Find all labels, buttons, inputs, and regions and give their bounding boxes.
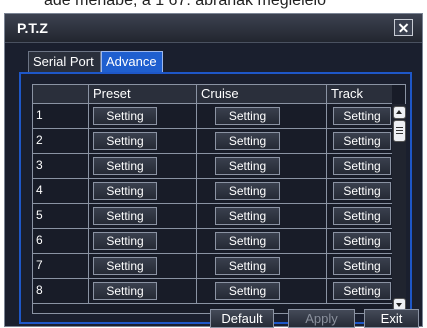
preset-cell: Setting — [89, 129, 197, 154]
apply-button[interactable]: Apply — [288, 309, 355, 328]
scroll-thumb[interactable] — [393, 120, 406, 142]
apply-button-label: Apply — [305, 311, 338, 326]
tab-advance-label: Advance — [106, 54, 157, 69]
track-setting-button[interactable]: Setting — [333, 282, 391, 300]
preset-setting-button[interactable]: Setting — [93, 157, 157, 175]
preset-cell: Setting — [89, 154, 197, 179]
tab-serial-port[interactable]: Serial Port — [28, 51, 101, 73]
cruise-cell: Setting — [197, 104, 327, 129]
header-track: Track — [327, 85, 392, 104]
header-cruise-label: Cruise — [201, 86, 239, 101]
cruise-cell: Setting — [197, 229, 327, 254]
track-setting-button[interactable]: Setting — [333, 132, 391, 150]
cruise-cell: Setting — [197, 154, 327, 179]
track-cell: Setting — [327, 254, 392, 279]
track-cell: Setting — [327, 104, 392, 129]
cruise-setting-button[interactable]: Setting — [215, 132, 280, 150]
preset-setting-button[interactable]: Setting — [93, 257, 157, 275]
preset-cell: Setting — [89, 204, 197, 229]
advance-panel: Preset Cruise Track 1 Setting Setting Setti… — [19, 72, 412, 324]
cruise-cell: Setting — [197, 129, 327, 154]
tab-serial-port-label: Serial Port — [33, 54, 94, 69]
track-setting-button[interactable]: Setting — [333, 232, 391, 250]
preset-setting-button[interactable]: Setting — [93, 207, 157, 225]
ptz-dialog: P.T.Z Serial Port Advance Preset Cruise … — [4, 13, 423, 328]
ptz-settings-table: Preset Cruise Track 1 Setting Setting Setti… — [32, 84, 406, 314]
header-preset-label: Preset — [93, 86, 131, 101]
preset-setting-button[interactable]: Setting — [93, 107, 157, 125]
exit-button[interactable]: Exit — [364, 309, 419, 328]
track-cell: Setting — [327, 179, 392, 204]
preset-cell: Setting — [89, 279, 197, 304]
track-cell: Setting — [327, 229, 392, 254]
cruise-setting-button[interactable]: Setting — [215, 232, 280, 250]
header-preset: Preset — [89, 85, 197, 104]
header-track-label: Track — [331, 86, 364, 101]
track-cell: Setting — [327, 154, 392, 179]
preset-setting-button[interactable]: Setting — [93, 282, 157, 300]
cruise-cell: Setting — [197, 179, 327, 204]
row-number: 4 — [33, 179, 89, 204]
close-button[interactable] — [394, 19, 413, 36]
exit-button-label: Exit — [380, 311, 403, 326]
track-setting-button[interactable]: Setting — [333, 207, 391, 225]
cruise-setting-button[interactable]: Setting — [215, 182, 280, 200]
cruise-cell: Setting — [197, 204, 327, 229]
cruise-setting-button[interactable]: Setting — [215, 107, 280, 125]
row-number: 5 — [33, 204, 89, 229]
track-setting-button[interactable]: Setting — [333, 107, 391, 125]
preset-setting-button[interactable]: Setting — [93, 132, 157, 150]
track-cell: Setting — [327, 279, 392, 304]
track-setting-button[interactable]: Setting — [333, 182, 391, 200]
header-cruise: Cruise — [197, 85, 327, 104]
row-number: 3 — [33, 154, 89, 179]
preset-setting-button[interactable]: Setting — [93, 232, 157, 250]
cruise-setting-button[interactable]: Setting — [215, 282, 280, 300]
preset-cell: Setting — [89, 179, 197, 204]
default-button-label: Default — [221, 311, 263, 326]
preset-cell: Setting — [89, 229, 197, 254]
preset-setting-button[interactable]: Setting — [93, 182, 157, 200]
header-num — [33, 85, 89, 104]
dialog-title: P.T.Z — [17, 20, 48, 36]
preset-cell: Setting — [89, 104, 197, 129]
track-cell: Setting — [327, 204, 392, 229]
caption-fragment: ade mehabe, a 1 67: abranak megielelo — [0, 0, 427, 14]
track-setting-button[interactable]: Setting — [333, 257, 391, 275]
cruise-setting-button[interactable]: Setting — [215, 207, 280, 225]
cruise-cell: Setting — [197, 279, 327, 304]
tab-advance[interactable]: Advance — [101, 51, 163, 73]
default-button[interactable]: Default — [210, 309, 274, 328]
scroll-up-icon[interactable] — [393, 106, 406, 119]
cruise-setting-button[interactable]: Setting — [215, 257, 280, 275]
row-number: 6 — [33, 229, 89, 254]
row-number: 2 — [33, 129, 89, 154]
table-scrollbar[interactable] — [392, 104, 406, 313]
row-number: 7 — [33, 254, 89, 279]
cruise-setting-button[interactable]: Setting — [215, 157, 280, 175]
track-cell: Setting — [327, 129, 392, 154]
caption-text: ade mehabe, a 1 67: abranak megielelo — [44, 0, 326, 9]
preset-cell: Setting — [89, 254, 197, 279]
cruise-cell: Setting — [197, 254, 327, 279]
title-bar: P.T.Z — [5, 14, 422, 43]
row-number: 8 — [33, 279, 89, 304]
row-number: 1 — [33, 104, 89, 129]
track-setting-button[interactable]: Setting — [333, 157, 391, 175]
